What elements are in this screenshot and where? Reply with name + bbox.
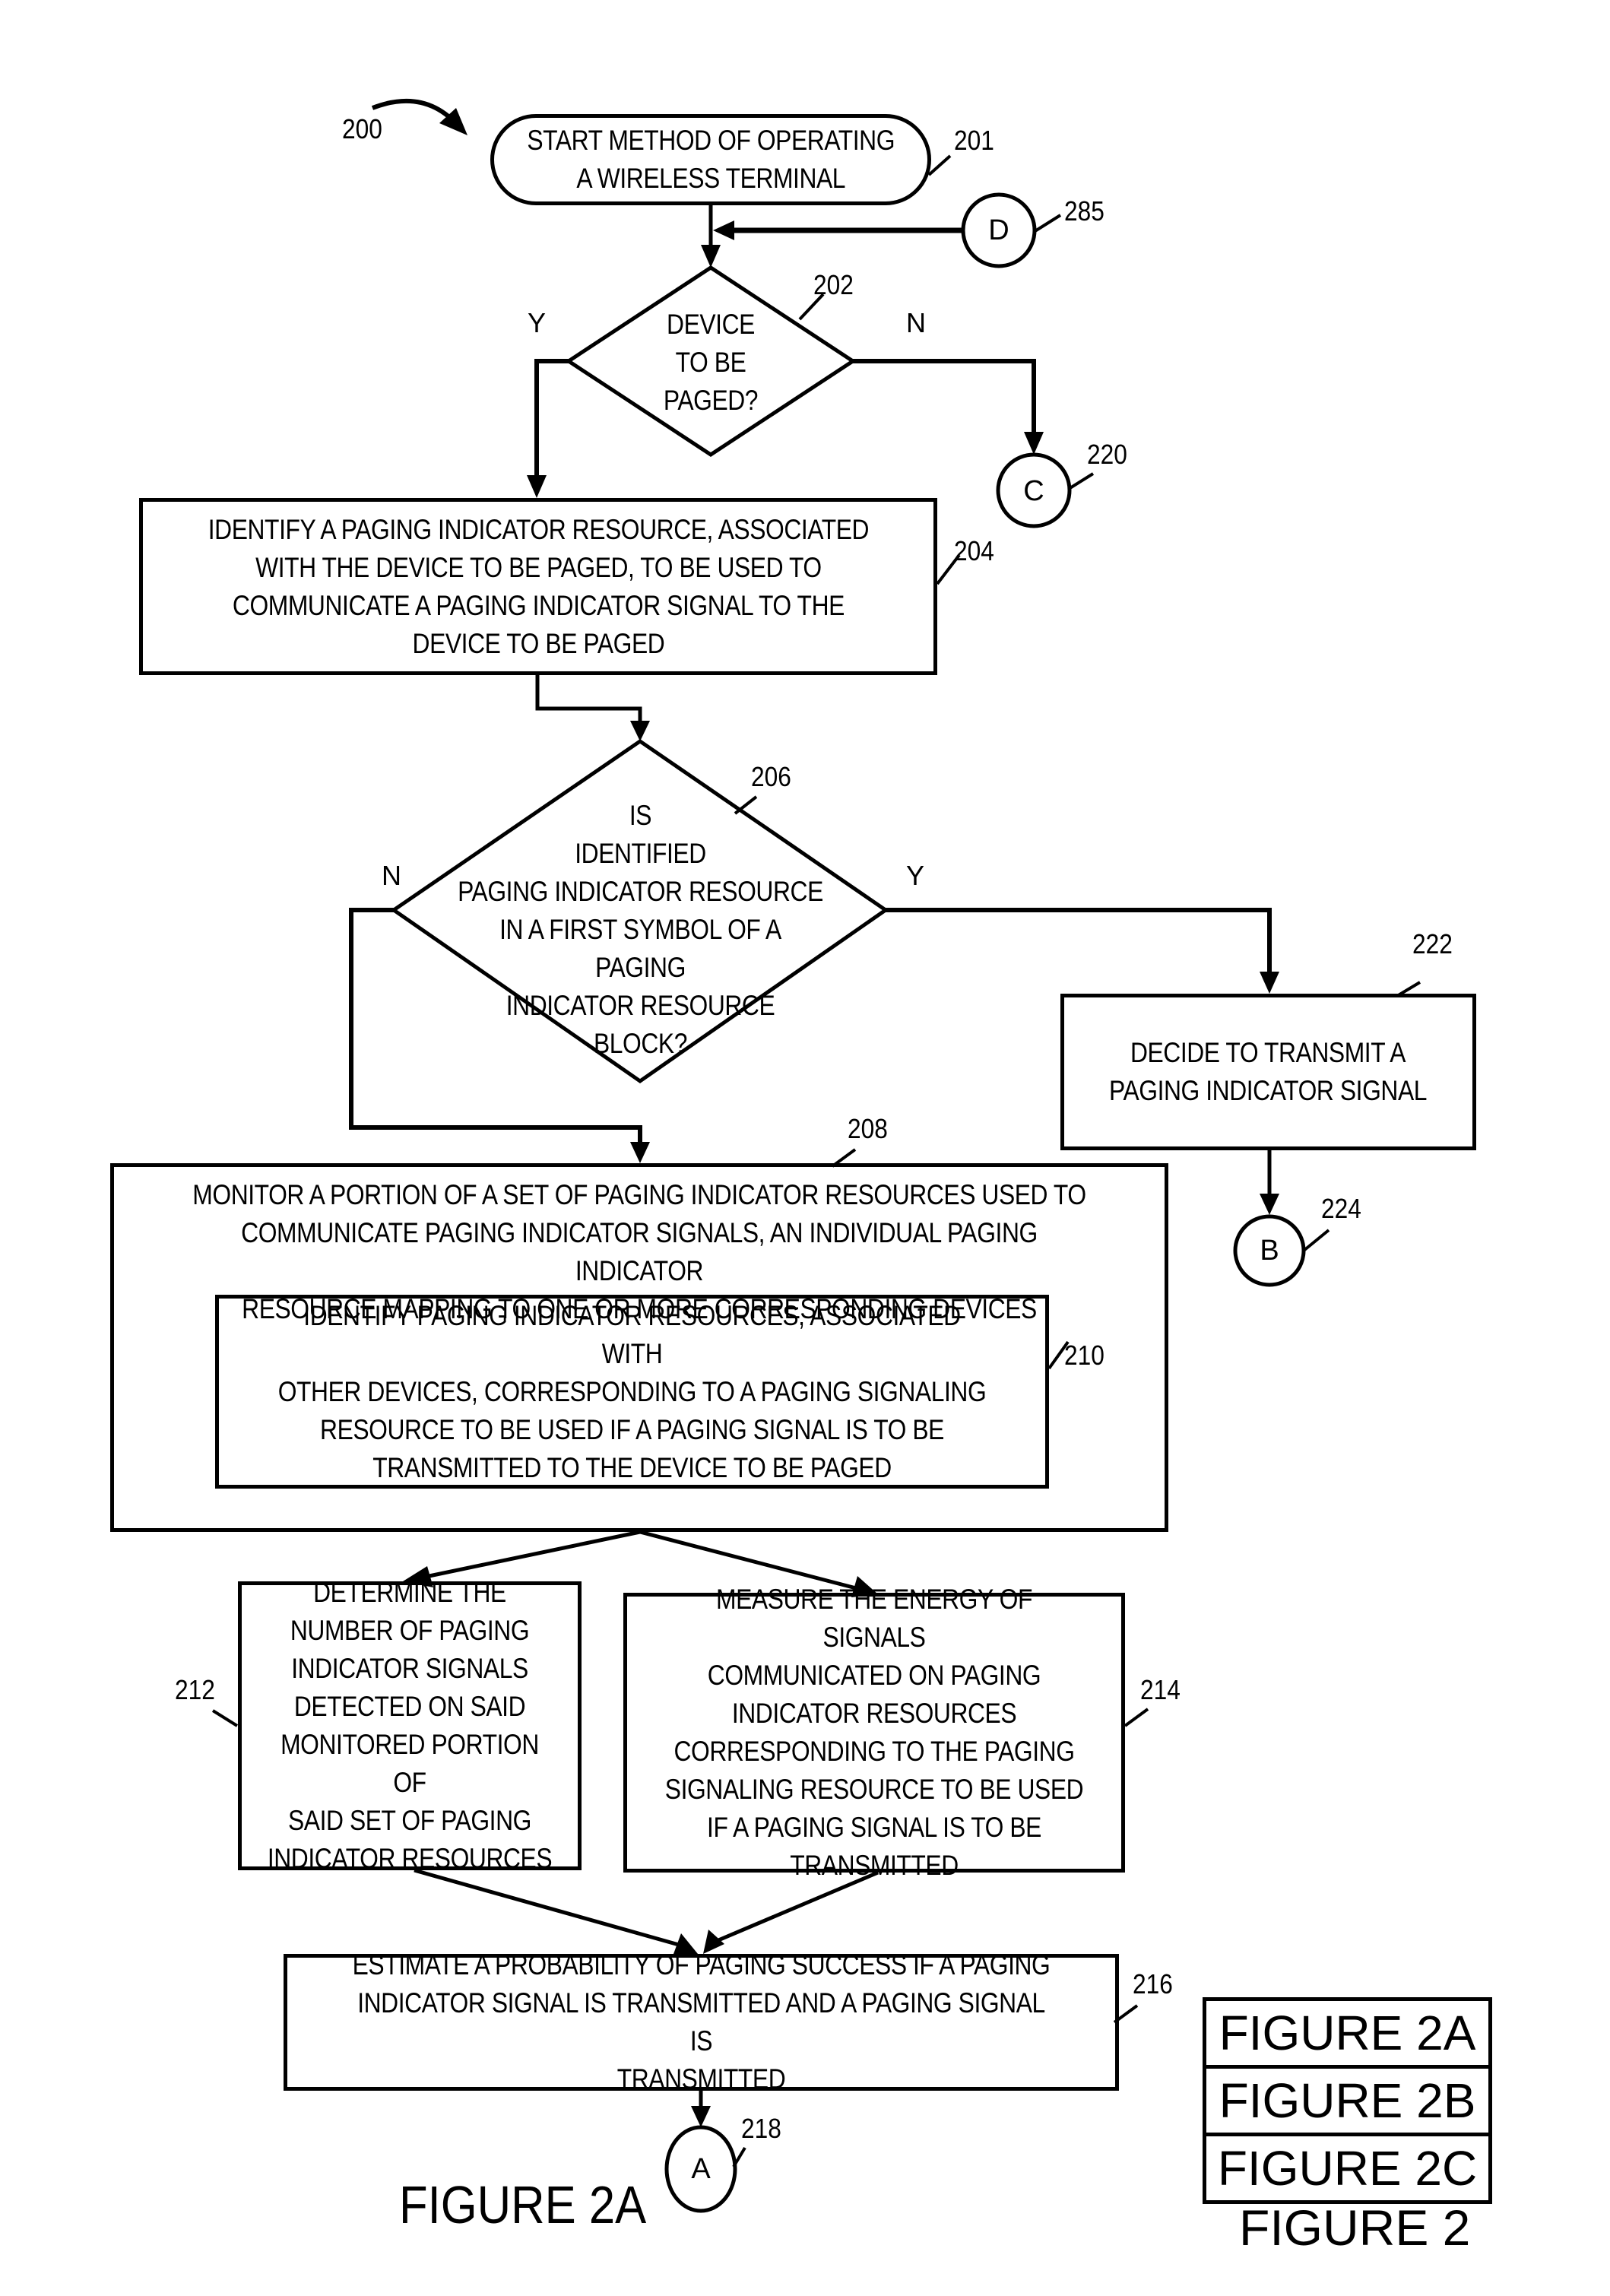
leader-285 [1032,214,1062,233]
decision-202-text: DEVICE TO BE PAGED? [663,309,759,416]
connector-C-label: C [1023,475,1044,507]
step-214-box: MEASURE THE ENERGY OF SIGNALS COMMUNICAT… [623,1584,1125,1881]
leader-214 [1124,1708,1149,1727]
step-204-box: IDENTIFY A PAGING INDICATOR RESOURCE, AS… [139,498,937,675]
ref-212: 212 [175,1674,215,1705]
edge-206-yes [886,908,1272,973]
decision-202-no-label: N [906,307,926,338]
arrowhead-B [1260,1194,1279,1215]
arrowhead-A [691,2106,711,2127]
figure-ref-label: 200 [342,113,382,144]
ref-214: 214 [1140,1674,1181,1705]
figure-key-row: FIGURE 2A [1206,2001,1488,2069]
edge-202-no [853,359,1036,435]
ref-204: 204 [954,535,994,566]
step-216-text: ESTIMATE A PROBABILITY OF PAGING SUCCESS… [352,1949,1051,2095]
leader-212 [211,1709,239,1727]
step-222-text: DECIDE TO TRANSMIT A PAGING INDICATOR SI… [1109,1037,1428,1106]
decision-206-text: IS IDENTIFIED PAGING INDICATOR RESOURCE … [458,800,823,1059]
step-216-box: ESTIMATE A PROBABILITY OF PAGING SUCCESS… [284,1949,1119,2095]
step-212-text: DETERMINE THE NUMBER OF PAGING INDICATOR… [267,1577,553,1874]
arrowhead-204 [527,475,547,498]
ref-216: 216 [1133,1968,1173,1999]
ref-208: 208 [848,1113,888,1144]
ref-224: 224 [1321,1193,1361,1224]
step-210-box: IDENTIFY PAGING INDICATOR RESOURCES, ASS… [215,1295,1049,1489]
decision-202-yes-label: Y [528,307,547,338]
ref-210: 210 [1064,1340,1104,1371]
figure-key-caption: FIGURE 2 [1239,2199,1471,2256]
leader-201 [927,154,952,176]
ref-201: 201 [954,125,994,156]
edge-212-to-216 [414,1868,685,1949]
start-terminal-text: START METHOD OF OPERATING A WIRELESS TER… [527,125,895,194]
figure-caption: FIGURE 2A [399,2175,647,2234]
leader-220 [1067,472,1095,490]
ref-222: 222 [1412,928,1453,959]
leader-224 [1302,1229,1330,1252]
step-214-text: MEASURE THE ENERGY OF SIGNALS COMMUNICAT… [664,1584,1084,1881]
figure-key-row: FIGURE 2C [1217,2141,1478,2196]
connector-D-label: D [988,214,1009,246]
figure-key: FIGURE 2A FIGURE 2B FIGURE 2C [1203,1997,1492,2204]
ref-285: 285 [1064,195,1104,227]
decision-206-yes-label: Y [906,860,925,891]
step-210-text: IDENTIFY PAGING INDICATOR RESOURCES, ASS… [277,1299,987,1483]
connector-A-label: A [691,2153,711,2185]
arrowhead-208 [630,1142,650,1163]
arrowhead-222 [1260,972,1279,994]
figure-key-row: FIGURE 2B [1206,2069,1488,2136]
edge-204-to-206 [535,674,642,726]
step-212-box: DETERMINE THE NUMBER OF PAGING INDICATOR… [238,1577,582,1874]
arrowhead-202 [701,245,721,268]
step-204-text: IDENTIFY A PAGING INDICATOR RESOURCE, AS… [208,513,869,659]
arrowhead-from-D [713,220,734,240]
ref-220: 220 [1087,439,1127,470]
arrowhead-206 [630,721,650,741]
step-222-box: DECIDE TO TRANSMIT A PAGING INDICATOR SI… [1060,994,1476,1150]
ref-218: 218 [741,2113,781,2144]
edge-202-yes [534,359,569,479]
arrowhead-C [1024,432,1044,455]
connector-B-label: B [1260,1235,1279,1267]
start-terminal: START METHOD OF OPERATING A WIRELESS TER… [490,114,931,205]
ref-202: 202 [813,269,854,300]
decision-206-no-label: N [382,860,401,891]
ref-206: 206 [751,761,791,792]
edge-208-to-212 [421,1530,641,1580]
